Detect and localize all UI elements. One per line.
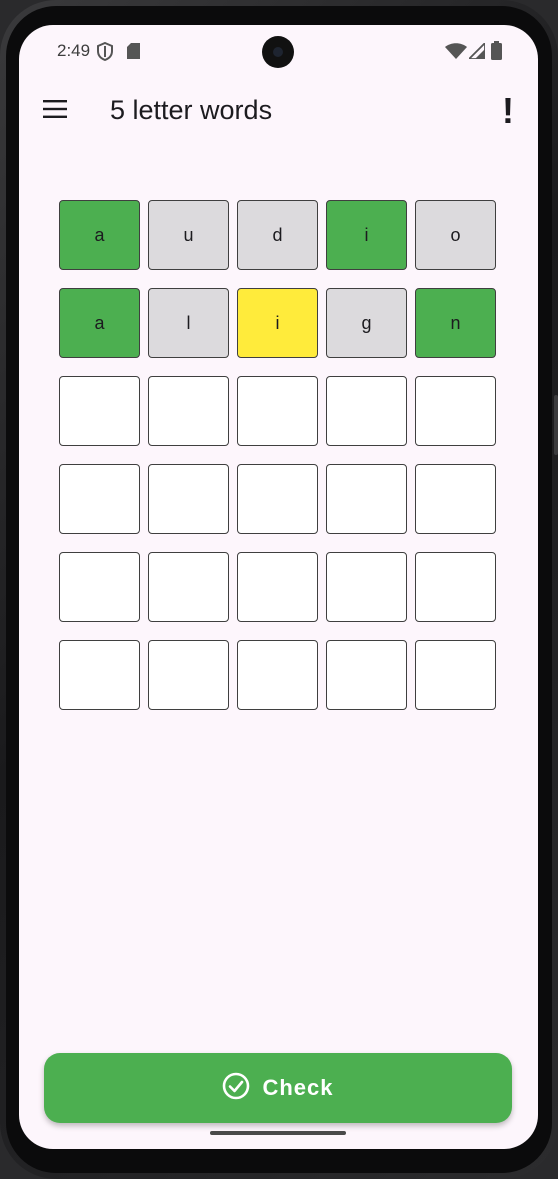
grid-row [59, 376, 496, 446]
grid-row: audio [59, 200, 496, 270]
battery-icon [491, 41, 502, 65]
letter-tile[interactable] [326, 640, 407, 710]
letter-tile[interactable]: a [59, 200, 140, 270]
letter-tile[interactable]: i [237, 288, 318, 358]
letter-tile[interactable] [237, 640, 318, 710]
menu-button[interactable] [33, 89, 77, 133]
letter-tile[interactable] [148, 552, 229, 622]
grid-row: align [59, 288, 496, 358]
grid-row [59, 552, 496, 622]
info-button[interactable]: ! [488, 87, 528, 135]
volume-button [554, 395, 558, 455]
letter-tile[interactable]: d [237, 200, 318, 270]
letter-tile[interactable] [237, 552, 318, 622]
letter-tile[interactable] [59, 376, 140, 446]
front-camera [262, 36, 294, 68]
check-button-label: Check [262, 1075, 334, 1100]
letter-tile[interactable]: u [148, 200, 229, 270]
letter-tile[interactable] [237, 464, 318, 534]
letter-tile[interactable] [59, 464, 140, 534]
wifi-icon [445, 43, 467, 64]
letter-tile[interactable] [59, 552, 140, 622]
app-screen: 2:49 5 letter words ! a u d i o a l i g … [19, 25, 538, 1149]
letter-tile[interactable] [415, 464, 496, 534]
check-button[interactable]: Check [44, 1053, 512, 1123]
letter-tile[interactable] [415, 552, 496, 622]
grid-row [59, 640, 496, 710]
phone-frame: 2:49 5 letter words ! a u d i o a l i g … [0, 0, 558, 1179]
letter-tile[interactable]: l [148, 288, 229, 358]
letter-tile[interactable] [415, 640, 496, 710]
letter-tile[interactable] [148, 376, 229, 446]
letter-tile[interactable] [326, 552, 407, 622]
cell-signal-icon [466, 40, 486, 64]
sd-card-icon [127, 43, 140, 64]
letter-tile[interactable] [326, 464, 407, 534]
letter-grid: audioalign [59, 200, 496, 728]
letter-tile[interactable] [148, 640, 229, 710]
letter-tile[interactable]: i [326, 200, 407, 270]
hamburger-menu-icon [43, 99, 67, 123]
letter-tile[interactable] [237, 376, 318, 446]
letter-tile[interactable]: o [415, 200, 496, 270]
shield-icon [97, 41, 113, 66]
letter-tile[interactable] [415, 376, 496, 446]
status-time: 2:49 [57, 41, 91, 60]
status-bar: 2:49 [19, 25, 538, 79]
letter-tile[interactable]: n [415, 288, 496, 358]
letter-tile[interactable]: g [326, 288, 407, 358]
letter-tile[interactable] [326, 376, 407, 446]
grid-row [59, 464, 496, 534]
home-indicator[interactable] [210, 1131, 346, 1135]
check-circle-icon [222, 1072, 250, 1105]
page-title: 5 letter words [110, 95, 273, 125]
letter-tile[interactable] [59, 640, 140, 710]
app-bar: 5 letter words ! [19, 79, 538, 143]
letter-tile[interactable]: a [59, 288, 140, 358]
letter-tile[interactable] [148, 464, 229, 534]
